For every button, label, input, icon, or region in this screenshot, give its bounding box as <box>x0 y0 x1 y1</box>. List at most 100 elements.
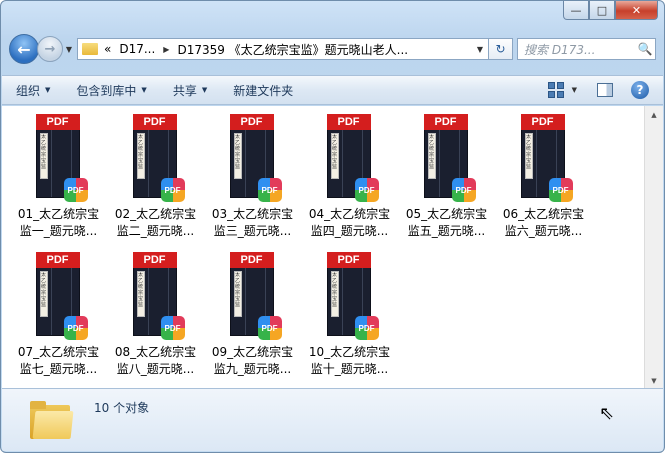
file-name-line1: 02_太乙统宗宝 <box>114 207 197 221</box>
pdf-banner: PDF <box>229 114 274 130</box>
file-item[interactable]: 太乙统宗宝监 PDF PDF 03_太乙统宗宝 监三_题元晓... <box>209 114 296 240</box>
view-dropdown-icon[interactable]: ▼ <box>572 86 577 94</box>
pdf-banner: PDF <box>520 114 565 130</box>
file-item[interactable]: 太乙统宗宝监 PDF PDF 07_太乙统宗宝 监七_题元晓... <box>15 252 102 378</box>
file-name-line1: 10_太乙统宗宝 <box>308 345 391 359</box>
file-name-line1: 09_太乙统宗宝 <box>211 345 294 359</box>
pdf-banner: PDF <box>35 252 80 268</box>
folder-icon <box>82 43 98 55</box>
cover-title: 太乙统宗宝监 <box>39 133 48 179</box>
cover-title: 太乙统宗宝监 <box>136 271 145 317</box>
back-button[interactable]: ← <box>9 34 39 64</box>
file-item[interactable]: 太乙统宗宝监 PDF PDF 08_太乙统宗宝 监八_题元晓... <box>112 252 199 378</box>
pdf-banner: PDF <box>326 114 371 130</box>
breadcrumb-current[interactable]: D17359 《太乙统宗宝监》题元晓山老人... <box>177 41 408 58</box>
file-item[interactable]: 太乙统宗宝监 PDF PDF 02_太乙统宗宝 监二_题元晓... <box>112 114 199 240</box>
file-name-line2: 监二_题元晓... <box>116 224 195 238</box>
pdf-banner: PDF <box>132 114 177 130</box>
file-name-line2: 监一_题元晓... <box>19 224 98 238</box>
share-menu[interactable]: 共享 ▼ <box>173 82 207 99</box>
cover-title: 太乙统宗宝监 <box>524 133 533 179</box>
recent-pages-dropdown[interactable]: ▼ <box>63 45 75 54</box>
pdf-banner: PDF <box>132 252 177 268</box>
view-controls: ▼ ? <box>547 81 649 99</box>
file-name-line1: 05_太乙统宗宝 <box>405 207 488 221</box>
scroll-up-icon[interactable]: ▲ <box>645 106 663 123</box>
organize-menu[interactable]: 组织 ▼ <box>16 82 50 99</box>
maximize-button[interactable]: □ <box>589 1 615 20</box>
pdf-banner: PDF <box>229 252 274 268</box>
view-options-icon[interactable] <box>547 82 566 98</box>
file-name-line2: 监十_题元晓... <box>310 362 389 376</box>
include-in-library-menu[interactable]: 包含到库中 ▼ <box>76 82 146 99</box>
vertical-scrollbar[interactable]: ▲ ▼ <box>644 106 663 389</box>
include-in-library-label: 包含到库中 <box>76 83 137 98</box>
pdf-app-icon: PDF <box>63 178 88 202</box>
file-item[interactable]: 太乙统宗宝监 PDF PDF 10_太乙统宗宝 监十_题元晓... <box>306 252 393 378</box>
breadcrumb-separator-icon[interactable]: ▶ <box>163 45 169 54</box>
address-bar[interactable]: « D17... ▶ D17359 《太乙统宗宝监》题元晓山老人... ▼ <box>77 38 489 60</box>
file-name-line1: 07_太乙统宗宝 <box>17 345 100 359</box>
cover-title: 太乙统宗宝监 <box>39 271 48 317</box>
pdf-thumbnail: 太乙统宗宝监 PDF PDF <box>127 252 185 342</box>
file-name-line1: 06_太乙统宗宝 <box>502 207 585 221</box>
address-dropdown-icon[interactable]: ▼ <box>472 45 488 54</box>
minimize-button[interactable]: — <box>563 1 589 20</box>
search-icon[interactable]: 🔍 <box>635 42 655 56</box>
caption-buttons: — □ ✕ <box>563 1 658 21</box>
file-list[interactable]: 太乙统宗宝监 PDF PDF 01_太乙统宗宝 监一_题元晓... 太乙统宗宝监… <box>2 106 644 389</box>
scroll-down-icon[interactable]: ▼ <box>645 372 663 389</box>
cover-title: 太乙统宗宝监 <box>233 271 242 317</box>
explorer-window: — □ ✕ ← → ▼ « D17... ▶ D17359 《太乙统宗宝监》题元… <box>0 0 665 453</box>
share-label: 共享 <box>172 83 197 98</box>
file-name-line2: 监三_题元晓... <box>213 224 292 238</box>
pdf-thumbnail: 太乙统宗宝监 PDF PDF <box>30 114 88 204</box>
pdf-thumbnail: 太乙统宗宝监 PDF PDF <box>127 114 185 204</box>
help-icon[interactable]: ? <box>631 81 649 99</box>
refresh-button[interactable]: ↻ <box>489 38 513 60</box>
file-item[interactable]: 太乙统宗宝监 PDF PDF 06_太乙统宗宝 监六_题元晓... <box>500 114 587 240</box>
close-button[interactable]: ✕ <box>615 1 658 20</box>
search-box[interactable]: 搜索 D173... 🔍 <box>517 38 656 60</box>
forward-button[interactable]: → <box>37 36 63 62</box>
pdf-app-icon: PDF <box>257 178 282 202</box>
file-name-line2: 监八_题元晓... <box>116 362 195 376</box>
file-name-line2: 监九_题元晓... <box>213 362 292 376</box>
cover-title: 太乙统宗宝监 <box>233 133 242 179</box>
file-item[interactable]: 太乙统宗宝监 PDF PDF 01_太乙统宗宝 监一_题元晓... <box>15 114 102 240</box>
file-name-line2: 监六_题元晓... <box>504 224 583 238</box>
file-item[interactable]: 太乙统宗宝监 PDF PDF 09_太乙统宗宝 监九_题元晓... <box>209 252 296 378</box>
pdf-app-icon: PDF <box>160 178 185 202</box>
details-pane: 10 个对象 <box>2 388 663 451</box>
pdf-app-icon: PDF <box>354 316 379 340</box>
pdf-banner: PDF <box>423 114 468 130</box>
organize-label: 组织 <box>16 83 41 98</box>
new-folder-button[interactable]: 新建文件夹 <box>233 82 293 99</box>
file-grid: 太乙统宗宝监 PDF PDF 01_太乙统宗宝 监一_题元晓... 太乙统宗宝监… <box>15 114 597 378</box>
cover-title: 太乙统宗宝监 <box>330 133 339 179</box>
address-overflow[interactable]: « <box>104 42 111 56</box>
item-count: 10 个对象 <box>94 401 150 415</box>
breadcrumb-parent[interactable]: D17... <box>119 42 155 56</box>
search-input[interactable]: 搜索 D173... <box>524 41 635 58</box>
file-item[interactable]: 太乙统宗宝监 PDF PDF 05_太乙统宗宝 监五_题元晓... <box>403 114 490 240</box>
file-name-line1: 03_太乙统宗宝 <box>211 207 294 221</box>
pdf-thumbnail: 太乙统宗宝监 PDF PDF <box>418 114 476 204</box>
cover-title: 太乙统宗宝监 <box>427 133 436 179</box>
pdf-thumbnail: 太乙统宗宝监 PDF PDF <box>30 252 88 342</box>
pdf-banner: PDF <box>35 114 80 130</box>
file-name-line2: 监七_题元晓... <box>19 362 98 376</box>
preview-pane-icon[interactable] <box>597 83 613 97</box>
pdf-app-icon: PDF <box>63 316 88 340</box>
folder-icon <box>30 401 74 441</box>
navigation-bar: ← → ▼ « D17... ▶ D17359 《太乙统宗宝监》题元晓山老人..… <box>9 34 656 64</box>
pdf-app-icon: PDF <box>354 178 379 202</box>
file-name-line1: 04_太乙统宗宝 <box>308 207 391 221</box>
file-name-line1: 01_太乙统宗宝 <box>17 207 100 221</box>
command-bar: 组织 ▼ 包含到库中 ▼ 共享 ▼ 新建文件夹 ▼ ? <box>2 75 663 105</box>
pdf-thumbnail: 太乙统宗宝监 PDF PDF <box>321 252 379 342</box>
pdf-thumbnail: 太乙统宗宝监 PDF PDF <box>224 252 282 342</box>
file-item[interactable]: 太乙统宗宝监 PDF PDF 04_太乙统宗宝 监四_题元晓... <box>306 114 393 240</box>
pdf-thumbnail: 太乙统宗宝监 PDF PDF <box>321 114 379 204</box>
pdf-app-icon: PDF <box>257 316 282 340</box>
